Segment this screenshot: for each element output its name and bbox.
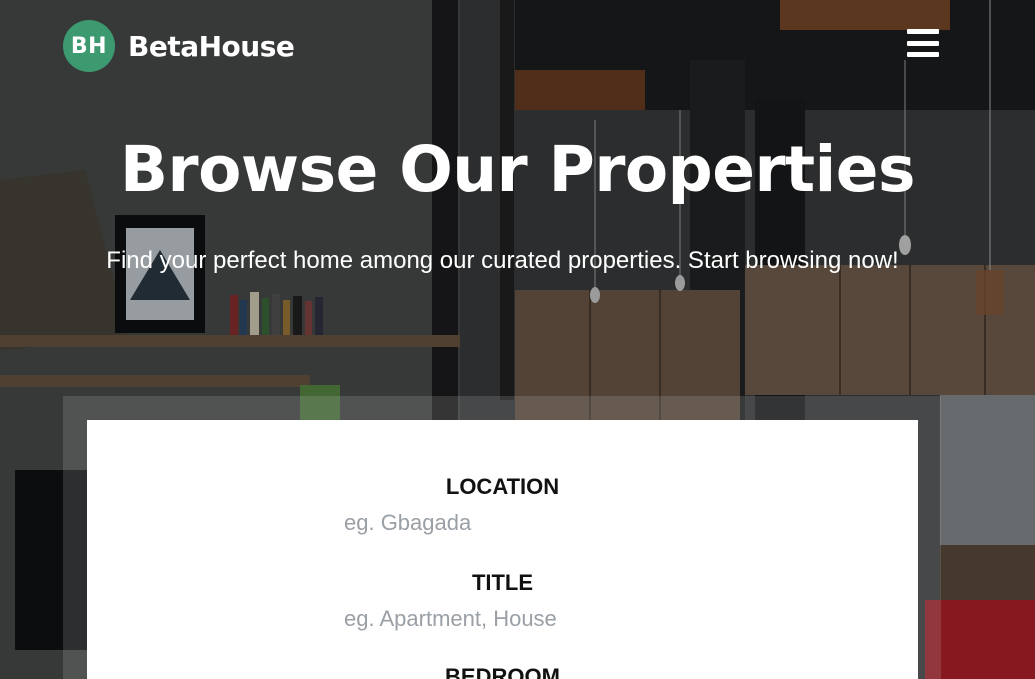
location-input[interactable] xyxy=(344,508,664,538)
location-label: LOCATION xyxy=(445,474,560,499)
hero-section: BH BetaHouse Browse Our Properties Find … xyxy=(0,0,1035,679)
menu-bar xyxy=(907,29,939,34)
page-title: Browse Our Properties xyxy=(120,133,916,206)
menu-bar xyxy=(907,40,939,46)
hero-subtitle: Find your perfect home among our curated… xyxy=(106,247,899,274)
search-panel: LOCATION TITLE BEDROOM xyxy=(87,420,918,679)
menu-bar xyxy=(907,52,939,57)
brand-name: BetaHouse xyxy=(128,29,295,63)
logo-badge: BH xyxy=(63,20,115,72)
hamburger-menu-icon[interactable] xyxy=(904,27,942,59)
brand-logo[interactable]: BH BetaHouse xyxy=(63,20,295,72)
bedroom-label: BEDROOM xyxy=(445,664,560,679)
title-input[interactable] xyxy=(344,604,664,634)
title-label: TITLE xyxy=(471,570,534,595)
